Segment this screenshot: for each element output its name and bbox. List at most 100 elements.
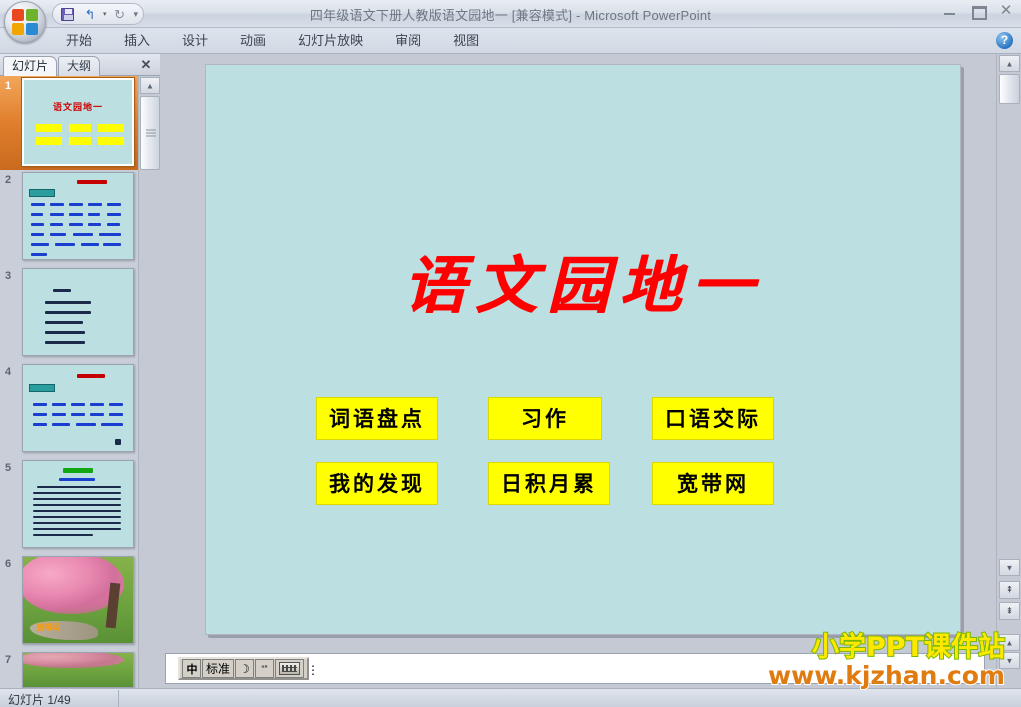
thumbnail-slide-3[interactable]: 3 xyxy=(0,266,138,362)
status-divider xyxy=(118,690,119,707)
scroll-up-button[interactable]: ▲ xyxy=(999,55,1020,72)
language-bar-menu-icon[interactable]: ⋮ xyxy=(307,663,319,677)
window-controls: ✕ xyxy=(941,3,1015,20)
chevron-up-icon: ▲ xyxy=(1005,59,1014,68)
thumbnail-preview xyxy=(22,364,134,452)
help-icon[interactable]: ? xyxy=(996,32,1013,49)
save-button[interactable] xyxy=(57,5,77,23)
thumbnail-preview xyxy=(22,460,134,548)
quick-access-toolbar: ↰ ▾ ↻ ▾ xyxy=(52,3,145,25)
slide-workspace: 语文园地一 词语盘点 习作 口语交际 我的发现 日积月累 宽带网 xyxy=(160,54,996,649)
tab-design[interactable]: 设计 xyxy=(166,28,224,54)
mini-slide-4 xyxy=(23,365,133,451)
soft-keyboard-button[interactable] xyxy=(275,659,305,678)
thumbnail-list[interactable]: 1 语文园地一 2 3 4 5 6 宽带网 7 xyxy=(0,76,138,688)
chevron-up-icon: ▲ xyxy=(146,81,154,90)
thumbnail-preview xyxy=(22,268,134,356)
customize-qat-icon[interactable]: ▾ xyxy=(133,9,140,20)
mini-slide-1: 语文园地一 xyxy=(24,80,132,164)
slide-title[interactable]: 语文园地一 xyxy=(206,235,960,325)
thumbnail-scrollbar-thumb[interactable] xyxy=(140,96,160,170)
minimize-button[interactable] xyxy=(941,3,959,19)
half-width-toggle-icon[interactable]: ☽ xyxy=(235,659,255,678)
notes-scroll-down-button[interactable]: ▼ xyxy=(999,652,1020,669)
slide-button-cyupandian[interactable]: 词语盘点 xyxy=(316,397,438,440)
mini-slide-7-photo xyxy=(23,653,133,687)
language-bar[interactable]: 中 标准 ☽ “” ⋮ xyxy=(178,657,319,680)
thumbnail-preview: 宽带网 xyxy=(22,556,134,644)
thumbnail-number: 4 xyxy=(5,366,12,378)
grip-icon xyxy=(146,128,156,139)
thumbnail-number: 5 xyxy=(5,462,12,474)
previous-slide-button[interactable]: ⇞ xyxy=(999,581,1020,599)
slide-button-wodefaxian[interactable]: 我的发现 xyxy=(316,462,438,505)
undo-button[interactable]: ↰ xyxy=(80,5,100,23)
thumbnail-number: 3 xyxy=(5,270,12,282)
undo-dropdown-icon[interactable]: ▾ xyxy=(103,10,107,18)
status-bar: 幻灯片 1/49 xyxy=(0,688,1021,707)
slide-scrollbar[interactable]: ▲ ▼ ⇞ ⇟ ▲ ▼ xyxy=(996,54,1021,688)
tab-slides[interactable]: 幻灯片 xyxy=(3,56,58,76)
notes-text-area[interactable]: 中 标准 ☽ “” ⋮ xyxy=(165,653,985,684)
tab-view[interactable]: 视图 xyxy=(437,28,495,54)
slide-scrollbar-thumb[interactable] xyxy=(999,74,1020,104)
mini-slide-3 xyxy=(23,269,133,355)
slide-button-kuandaiwang[interactable]: 宽带网 xyxy=(652,462,774,505)
tab-home[interactable]: 开始 xyxy=(50,28,108,54)
office-orb-button[interactable] xyxy=(4,1,46,43)
thumbnail-number: 6 xyxy=(5,558,12,570)
redo-arrow-icon: ↻ xyxy=(114,6,125,22)
thumbnail-scroll-up-button[interactable]: ▲ xyxy=(140,77,160,94)
ime-indicator-icon[interactable]: 中 xyxy=(182,659,201,678)
slide-button-kouyujiaoji[interactable]: 口语交际 xyxy=(652,397,774,440)
slide-button-rijiyuelei[interactable]: 日积月累 xyxy=(488,462,610,505)
thumbnail-scrollbar[interactable]: ▲ xyxy=(138,76,160,688)
slide-button-row-2: 我的发现 日积月累 宽带网 xyxy=(316,462,876,505)
notes-pane: 中 标准 ☽ “” ⋮ xyxy=(160,649,996,688)
slide-button-xizuo[interactable]: 习作 xyxy=(488,397,602,440)
mini-slide-2 xyxy=(23,173,133,259)
notes-scroll-up-button[interactable]: ▲ xyxy=(999,634,1020,651)
ime-mode-button[interactable]: 标准 xyxy=(202,659,235,678)
thumbnail-number: 7 xyxy=(5,654,12,666)
slide-button-grid: 词语盘点 习作 口语交际 我的发现 日积月累 宽带网 xyxy=(316,397,876,505)
thumbnail-slide-5[interactable]: 5 xyxy=(0,458,138,554)
ribbon-tab-strip: 开始 插入 设计 动画 幻灯片放映 审阅 视图 ? xyxy=(0,28,1021,54)
tab-outline[interactable]: 大纲 xyxy=(58,56,101,76)
slide-button-row-1: 词语盘点 习作 口语交际 xyxy=(316,397,876,440)
ribbon-tabs: 开始 插入 设计 动画 幻灯片放映 审阅 视图 xyxy=(50,28,495,54)
close-panel-icon[interactable]: ✕ xyxy=(138,57,154,73)
keyboard-icon xyxy=(279,662,301,675)
chevron-down-icon: ▼ xyxy=(1005,656,1014,665)
double-chevron-up-icon: ⇞ xyxy=(1005,584,1014,595)
thumbnail-number: 1 xyxy=(5,80,12,92)
tab-review[interactable]: 审阅 xyxy=(379,28,437,54)
tab-insert[interactable]: 插入 xyxy=(108,28,166,54)
thumbnail-slide-7[interactable]: 7 xyxy=(0,650,138,688)
thumbnail-slide-6[interactable]: 6 宽带网 xyxy=(0,554,138,650)
tab-animations[interactable]: 动画 xyxy=(224,28,282,54)
restore-button[interactable] xyxy=(969,3,987,20)
tab-slideshow[interactable]: 幻灯片放映 xyxy=(282,28,379,54)
close-button[interactable]: ✕ xyxy=(997,3,1015,19)
next-slide-button[interactable]: ⇟ xyxy=(999,602,1020,620)
punctuation-toggle-icon[interactable]: “” xyxy=(255,659,275,678)
redo-button[interactable]: ↻ xyxy=(110,5,130,23)
scroll-down-button[interactable]: ▼ xyxy=(999,559,1020,576)
window-title: 四年级语文下册人教版语文园地一 [兼容模式] - Microsoft Power… xyxy=(309,8,712,23)
slides-panel: 幻灯片 大纲 ✕ 1 语文园地一 2 3 4 5 6 宽带网 7 ▲ xyxy=(0,54,160,688)
powerpoint-window: 四年级语文下册人教版语文园地一 [兼容模式] - Microsoft Power… xyxy=(0,0,1021,707)
thumbnail-slide-4[interactable]: 4 xyxy=(0,362,138,458)
save-floppy-icon xyxy=(60,7,74,21)
current-slide[interactable]: 语文园地一 词语盘点 习作 口语交际 我的发现 日积月累 宽带网 xyxy=(205,64,961,635)
thumbnail-slide-1[interactable]: 1 语文园地一 xyxy=(0,76,138,170)
mini-photo-caption: 宽带网 xyxy=(36,622,61,632)
chevron-down-icon: ▼ xyxy=(1005,563,1014,572)
thumbnail-slide-2[interactable]: 2 xyxy=(0,170,138,266)
mini-title: 语文园地一 xyxy=(52,102,103,112)
mini-slide-5 xyxy=(23,461,133,547)
office-logo-icon xyxy=(12,9,38,35)
slide-counter: 幻灯片 1/49 xyxy=(8,693,71,707)
thumbnail-preview: 语文园地一 xyxy=(21,77,135,167)
thumbnail-number: 2 xyxy=(5,174,12,186)
